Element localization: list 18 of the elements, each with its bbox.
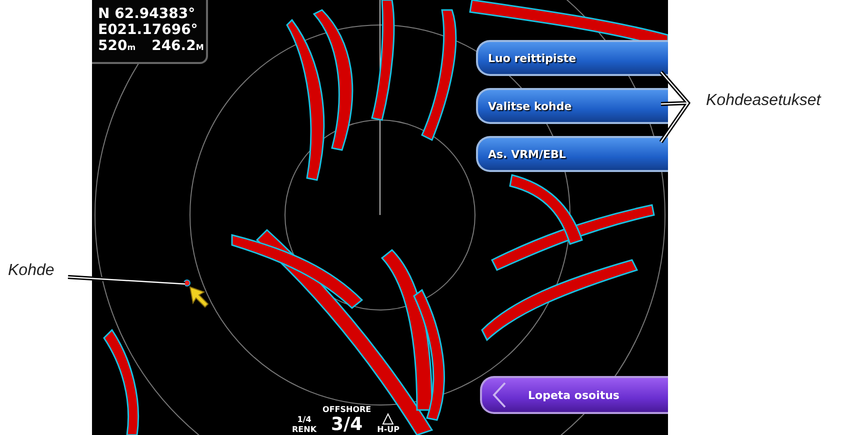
cursor-arrow-icon — [189, 286, 209, 308]
orientation-text: H-UP — [377, 425, 400, 435]
menu-button[interactable]: As. VRM/EBL — [476, 136, 668, 172]
back-chevron-icon — [492, 382, 506, 408]
back-button[interactable]: Lopeta osoitus — [480, 376, 668, 414]
range-text: 3/4 — [331, 415, 363, 435]
callout-label: Kohde — [7, 262, 56, 280]
gain-text: 1/4 — [297, 415, 312, 425]
mode-text: OFFSHORE — [322, 405, 372, 415]
gain-label: RENK — [292, 425, 317, 435]
menu-button[interactable]: Valitse kohde — [476, 88, 668, 124]
north-arrow-icon — [382, 413, 394, 425]
callout-label: Kohdeasetukset — [705, 92, 822, 110]
longitude-text: E021.17696° — [98, 22, 199, 38]
distance-text: 246.2M — [152, 38, 204, 56]
depth-text: 520m — [98, 38, 136, 56]
menu-button[interactable]: Luo reittipiste — [476, 40, 668, 76]
latitude-text: N 62.94383° — [98, 6, 196, 22]
